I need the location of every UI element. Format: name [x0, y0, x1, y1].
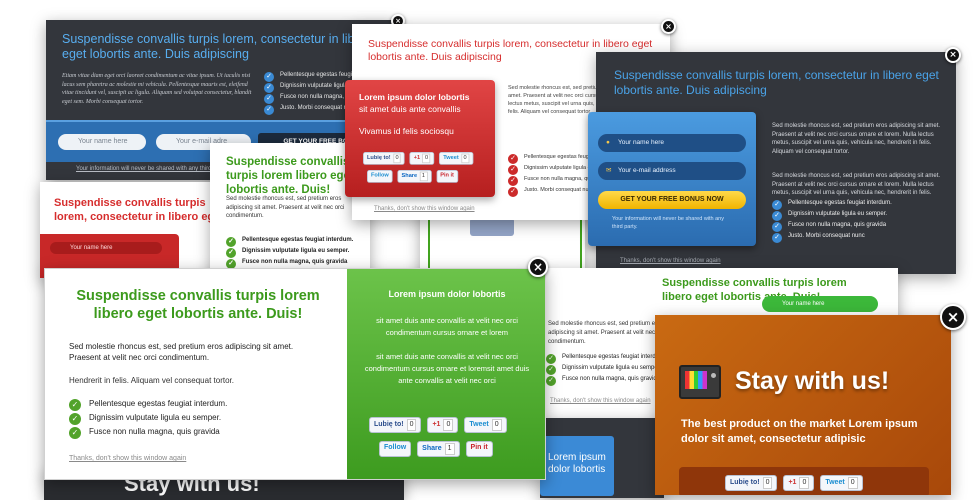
green-panel-p2: sit amet duis ante convallis at velit ne…: [364, 352, 530, 385]
blue-popup-bottom: Lorem ipsum dolor lobortis sit amet duis…: [540, 418, 664, 498]
white-red-popup: Suspendisse convallis turpis lorem, cons…: [40, 182, 230, 278]
social-row: Lubię to! 0 +1 0 Tweet 0: [363, 152, 474, 165]
popup-headline: Suspendisse convallis turpis lorem, cons…: [54, 197, 224, 223]
share-button[interactable]: Share 1: [417, 441, 460, 457]
list-item: ✓ Pellentesque egestas feugiat interdum.: [69, 399, 309, 411]
dismiss-link[interactable]: Thanks, don't show this window again: [69, 455, 186, 462]
dismiss-link[interactable]: Thanks, don't show this window again: [374, 206, 475, 212]
pin-button[interactable]: Pin it: [465, 441, 493, 457]
close-icon[interactable]: ×: [661, 19, 676, 34]
list-item: ✓ Pellentesque egestas feugiat interdum.: [772, 200, 950, 210]
list-item: ✓ Dignissim vulputate ligula eu semper.: [772, 211, 950, 221]
tv-dial-icon: [711, 373, 716, 378]
follow-button[interactable]: Follow: [367, 170, 393, 183]
list-item: ✓ Fusce non nulla magna, quis gravida: [226, 259, 368, 269]
popup-headline: Suspendisse convallis turpis lorem, cons…: [614, 68, 939, 97]
user-icon: ●: [606, 139, 610, 146]
check-icon: ✓: [772, 222, 782, 232]
close-icon[interactable]: ×: [940, 304, 966, 330]
popup-body-text: Sed molestie rhoncus est, sed pretium er…: [69, 342, 294, 362]
blue-bottom-text: Lorem ipsum dolor lobortis sit amet duis…: [548, 452, 606, 475]
main-green-popup: Suspendisse convallis turpis lorem liber…: [44, 268, 546, 480]
red-panel-sub: sit amet duis ante convallis: [359, 104, 461, 114]
check-icon: ✓: [264, 94, 274, 104]
popup-headline: Suspendisse convallis turpis lorem, cons…: [62, 32, 373, 61]
social-row: Lubię to! 0 +1 0 Tweet 0: [369, 417, 507, 433]
blue-bottom-panel: Lorem ipsum dolor lobortis sit amet duis…: [540, 436, 614, 496]
privacy-note: Your information will never be shared wi…: [612, 216, 724, 230]
popup-body-text: Sed molestie rhoncus est, sed pretium er…: [226, 196, 345, 219]
follow-button[interactable]: Follow: [379, 441, 412, 457]
check-icon: ✓: [508, 165, 518, 175]
red-panel-title: Lorem ipsum dolor lobortis: [359, 92, 470, 102]
tv-icon: [679, 365, 721, 399]
check-icon: ✓: [546, 365, 556, 375]
like-button[interactable]: Lubię to! 0: [363, 152, 405, 165]
red-panel-line: Vivamus id felis sociosqu: [359, 126, 454, 136]
email-input[interactable]: ✉ Your e-mail address: [598, 162, 746, 180]
check-icon: ✓: [69, 399, 81, 411]
tweet-button[interactable]: Tweet 0: [439, 152, 474, 165]
dismiss-link[interactable]: Thanks, don't show this window again: [620, 258, 721, 264]
like-button[interactable]: Lubię to! 0: [369, 417, 422, 433]
name-input[interactable]: ● Your name here: [598, 134, 746, 152]
plus-one-button[interactable]: +1 0: [409, 152, 435, 165]
list-item: ✓ Pellentesque egestas feugiat interdum.: [226, 237, 368, 247]
name-input[interactable]: Your name here: [762, 296, 878, 312]
plus-one-button[interactable]: +1 0: [427, 417, 459, 433]
popup-body-text: Etiam vitae diam eget orci laoreet condi…: [62, 73, 252, 105]
pin-button[interactable]: Pin it: [436, 170, 458, 183]
facebook-like-image: [470, 218, 514, 236]
check-icon: ✓: [508, 187, 518, 197]
tv-screen-icon: [685, 371, 707, 389]
close-icon[interactable]: ×: [945, 47, 961, 63]
benefit-list: ✓ Pellentesque egestas feugiat interdum. …: [69, 399, 309, 441]
stay-with-us-popup: Stay with us! The best product on the ma…: [655, 315, 951, 495]
social-row: Follow Share 1 Pin it: [379, 441, 493, 457]
check-icon: ✓: [264, 83, 274, 93]
name-input[interactable]: Your name here: [50, 242, 162, 254]
close-icon[interactable]: ×: [528, 257, 548, 277]
check-icon: ✓: [264, 105, 274, 115]
check-icon: ✓: [508, 176, 518, 186]
name-input[interactable]: Your name here: [58, 134, 146, 150]
green-panel: Lorem ipsum dolor lobortis sit amet duis…: [345, 269, 545, 479]
benefit-list: ✓ Pellentesque egestas feugiat interdum. …: [226, 237, 368, 270]
check-icon: ✓: [264, 72, 274, 82]
check-icon: ✓: [226, 237, 236, 247]
check-icon: ✓: [546, 354, 556, 364]
mail-icon: ✉: [606, 167, 612, 174]
privacy-note: Your information will never be shared wi…: [76, 166, 228, 172]
list-item: ✓ Dignissim vulputate ligula eu semper.: [69, 413, 309, 425]
popup-body-text: Sed molestie rhoncus est, sed pretium er…: [772, 123, 941, 155]
social-row: Follow Share 1 Pin it: [367, 170, 458, 183]
check-icon: ✓: [508, 154, 518, 164]
popup-headline: Suspendisse convallis turpis lorem liber…: [76, 288, 320, 322]
check-icon: ✓: [546, 376, 556, 386]
check-icon: ✓: [226, 248, 236, 258]
list-item: ✓ Justo. Morbi consequat nunc: [772, 233, 950, 243]
blue-form-panel: ● Your name here ✉ Your e-mail address G…: [588, 112, 756, 246]
list-item: ✓ Dignissim vulputate ligula eu semper.: [226, 248, 368, 258]
benefit-list: ✓ Pellentesque egestas feugiat interdum. …: [772, 200, 950, 244]
dismiss-link[interactable]: Thanks, don't show this window again: [550, 398, 651, 404]
check-icon: ✓: [772, 211, 782, 221]
red-panel: Lorem ipsum dolor lobortis sit amet duis…: [345, 80, 495, 197]
green-panel-p1: sit amet duis ante convallis at velit ne…: [376, 316, 518, 337]
tweet-button[interactable]: Tweet 0: [464, 417, 507, 433]
stay-title: Stay with us!: [735, 367, 890, 395]
popup-body-text-2: Hendrerit in felis. Aliquam vel consequa…: [69, 376, 234, 385]
stay-text: The best product on the market Lorem ips…: [681, 418, 918, 445]
check-icon: ✓: [69, 427, 81, 439]
stay-social-bar: Lubię to! 0 +1 0 Tweet 0: [679, 467, 929, 495]
list-item: ✓ Fusce non nulla magna, quis gravida: [772, 222, 950, 232]
check-icon: ✓: [69, 413, 81, 425]
bonus-button[interactable]: GET YOUR FREE BONUS NOW: [598, 191, 746, 209]
list-item: ✓ Fusce non nulla magna, quis gravida: [69, 427, 309, 439]
popup-body-text-2: Sed molestie rhoncus est, sed pretium er…: [772, 173, 941, 196]
share-button[interactable]: Share 1: [397, 170, 432, 183]
green-panel-title: Lorem ipsum dolor lobortis: [388, 289, 506, 299]
check-icon: ✓: [772, 233, 782, 243]
check-icon: ✓: [772, 200, 782, 210]
